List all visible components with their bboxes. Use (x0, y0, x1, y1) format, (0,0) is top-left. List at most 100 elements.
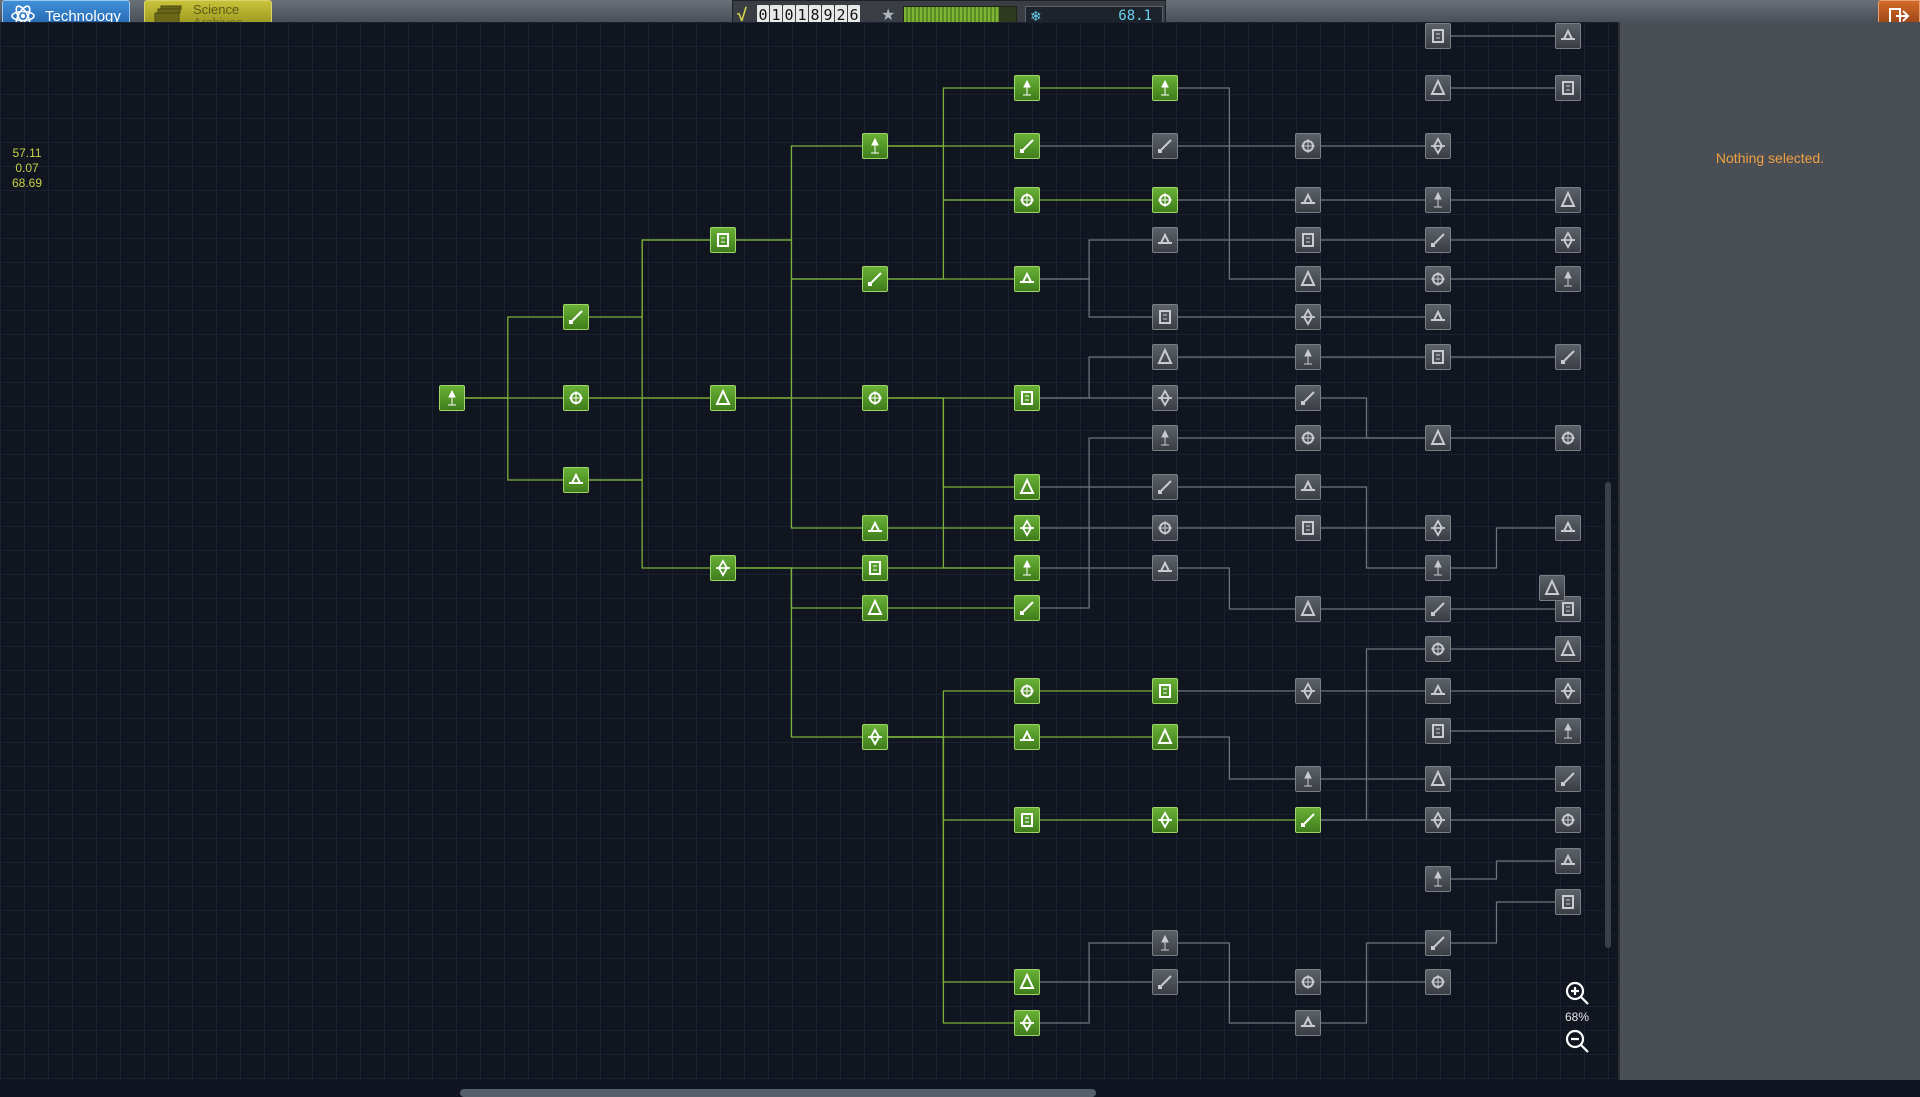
tech-node-locked[interactable] (1555, 75, 1581, 101)
zoom-out-button[interactable] (1562, 1026, 1592, 1056)
tech-node-locked[interactable] (1555, 425, 1581, 451)
tech-node-researched[interactable] (1014, 515, 1040, 541)
tech-node-locked[interactable] (1555, 766, 1581, 792)
tech-node-locked[interactable] (1555, 889, 1581, 915)
tech-node-researched[interactable] (1152, 678, 1178, 704)
tech-node-locked[interactable] (1425, 678, 1451, 704)
tech-node-researched[interactable] (563, 385, 589, 411)
tech-node-locked[interactable] (1152, 930, 1178, 956)
tech-node-locked[interactable] (1555, 266, 1581, 292)
tech-node-locked[interactable] (1425, 187, 1451, 213)
tech-node-locked[interactable] (1555, 344, 1581, 370)
tech-node-locked[interactable] (1295, 187, 1321, 213)
tech-node-locked[interactable] (1295, 344, 1321, 370)
tech-node-researched[interactable] (1014, 266, 1040, 292)
tech-node-locked[interactable] (1425, 807, 1451, 833)
tech-node-researched[interactable] (1014, 678, 1040, 704)
tech-node-researched[interactable] (1152, 187, 1178, 213)
tech-node-researched[interactable] (862, 515, 888, 541)
tech-node-locked[interactable] (1425, 425, 1451, 451)
tech-node-locked[interactable] (1425, 636, 1451, 662)
tech-node-researched[interactable] (862, 555, 888, 581)
tech-node-locked[interactable] (1425, 515, 1451, 541)
tech-node-locked[interactable] (1425, 344, 1451, 370)
vertical-scrollbar[interactable] (1605, 482, 1611, 948)
tech-node-researched[interactable] (1014, 1010, 1040, 1036)
tech-node-locked[interactable] (1152, 227, 1178, 253)
tech-node-locked[interactable] (1425, 766, 1451, 792)
tech-node-locked[interactable] (1152, 474, 1178, 500)
tech-node-locked[interactable] (1425, 596, 1451, 622)
tech-node-researched[interactable] (1152, 807, 1178, 833)
tech-node-locked[interactable] (1425, 718, 1451, 744)
tech-node-locked[interactable] (1295, 304, 1321, 330)
tech-node-locked[interactable] (1555, 678, 1581, 704)
tech-node-researched[interactable] (563, 304, 589, 330)
tech-node-locked[interactable] (1295, 385, 1321, 411)
tech-node-researched[interactable] (1014, 555, 1040, 581)
tech-node-locked[interactable] (1295, 227, 1321, 253)
tech-node-locked[interactable] (1295, 596, 1321, 622)
tech-node-locked[interactable] (1295, 969, 1321, 995)
tech-node-locked[interactable] (1295, 766, 1321, 792)
tech-node-locked[interactable] (1555, 848, 1581, 874)
tech-node-researched[interactable] (1014, 187, 1040, 213)
tech-node-locked[interactable] (1425, 75, 1451, 101)
zoom-in-button[interactable] (1562, 978, 1592, 1008)
tech-node-researched[interactable] (1014, 75, 1040, 101)
tech-node-locked[interactable] (1555, 227, 1581, 253)
tech-node-locked[interactable] (1295, 133, 1321, 159)
tech-node-researched[interactable] (1295, 807, 1321, 833)
tech-node-researched[interactable] (1014, 133, 1040, 159)
tech-node-locked[interactable] (1295, 474, 1321, 500)
tech-node-researched[interactable] (862, 266, 888, 292)
tech-node-researched[interactable] (862, 724, 888, 750)
tech-node-locked[interactable] (1152, 385, 1178, 411)
tech-node-researched[interactable] (710, 227, 736, 253)
tech-node-researched[interactable] (1014, 807, 1040, 833)
tech-node-researched[interactable] (1014, 474, 1040, 500)
horizontal-scrollbar[interactable] (460, 1089, 1096, 1097)
tech-node-researched[interactable] (862, 595, 888, 621)
tech-node-researched[interactable] (563, 467, 589, 493)
tech-node-locked[interactable] (1555, 515, 1581, 541)
tech-node-researched[interactable] (1014, 969, 1040, 995)
tech-node-locked[interactable] (1295, 425, 1321, 451)
tech-node-researched[interactable] (1014, 385, 1040, 411)
tech-node-locked[interactable] (1555, 807, 1581, 833)
tech-node-locked[interactable] (1555, 23, 1581, 49)
tech-node-locked[interactable] (1425, 23, 1451, 49)
tech-tree-canvas[interactable]: 57.11 0.07 68.69 (0, 22, 1618, 1097)
tech-node-locked[interactable] (1555, 187, 1581, 213)
tech-node-researched[interactable] (710, 385, 736, 411)
tech-node-researched[interactable] (1152, 724, 1178, 750)
tech-node-researched[interactable] (862, 133, 888, 159)
tech-node-researched[interactable] (710, 555, 736, 581)
tech-node-locked[interactable] (1555, 636, 1581, 662)
tech-node-locked[interactable] (1152, 969, 1178, 995)
tech-node-locked[interactable] (1425, 555, 1451, 581)
tech-node-locked[interactable] (1425, 866, 1451, 892)
tech-node-locked[interactable] (1425, 930, 1451, 956)
tech-node-locked[interactable] (1295, 515, 1321, 541)
tech-node-locked[interactable] (1295, 1010, 1321, 1036)
tech-node-locked[interactable] (1555, 718, 1581, 744)
tech-node-researched[interactable] (1014, 595, 1040, 621)
tech-node-locked[interactable] (1152, 515, 1178, 541)
tech-node-researched[interactable] (862, 385, 888, 411)
tech-node-locked[interactable] (1425, 133, 1451, 159)
tech-node-locked[interactable] (1425, 227, 1451, 253)
tech-node-locked[interactable] (1152, 555, 1178, 581)
tech-node-locked[interactable] (1152, 344, 1178, 370)
tech-node-researched[interactable] (1014, 724, 1040, 750)
tech-node-locked[interactable] (1152, 425, 1178, 451)
tech-node-researched[interactable] (1152, 75, 1178, 101)
tech-node-researched[interactable] (439, 385, 465, 411)
tech-node-locked[interactable] (1539, 575, 1565, 601)
tech-node-locked[interactable] (1295, 678, 1321, 704)
tech-node-locked[interactable] (1295, 266, 1321, 292)
tech-node-locked[interactable] (1425, 969, 1451, 995)
tech-node-locked[interactable] (1425, 266, 1451, 292)
tech-node-locked[interactable] (1152, 304, 1178, 330)
tech-node-locked[interactable] (1425, 304, 1451, 330)
